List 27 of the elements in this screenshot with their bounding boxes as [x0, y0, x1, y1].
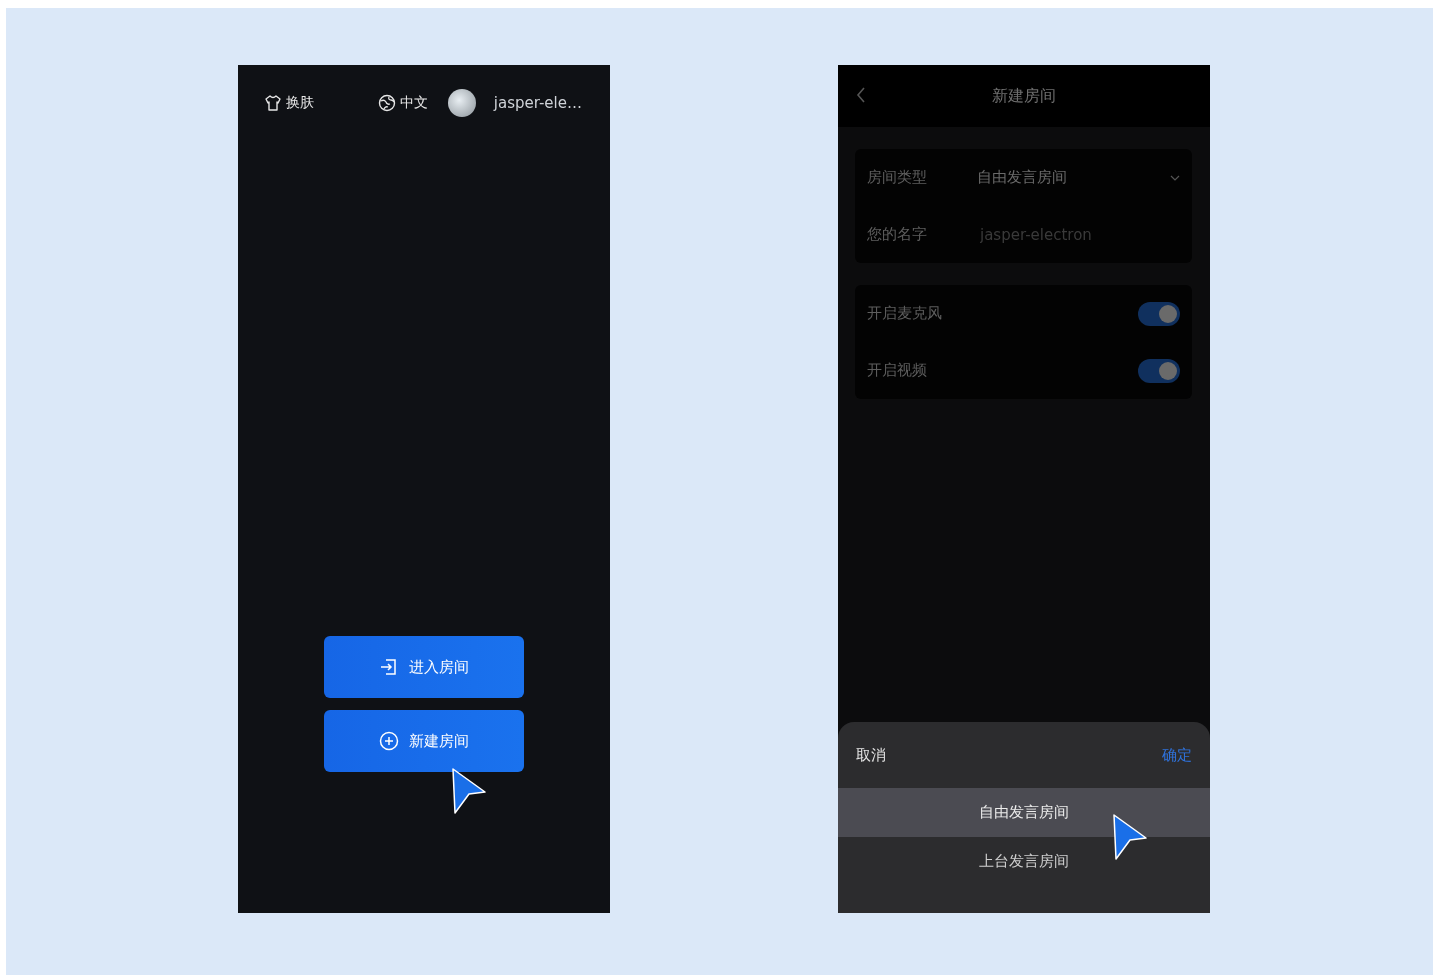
- field-label: 您的名字: [867, 225, 928, 244]
- globe-icon: [377, 93, 396, 112]
- skin-button[interactable]: 换肤: [264, 93, 314, 112]
- plus-circle-icon: [379, 731, 399, 751]
- cancel-button[interactable]: 取消: [856, 745, 886, 765]
- avatar: [447, 88, 476, 117]
- toggle-label: 开启视频: [867, 361, 928, 380]
- chevron-down-icon: [1170, 174, 1180, 181]
- toggle-switch[interactable]: [1138, 301, 1180, 326]
- picker-option[interactable]: 上台发言房间: [838, 837, 1210, 886]
- field-label: 房间类型: [867, 168, 928, 187]
- room-type-select[interactable]: 自由发言房间: [977, 168, 1180, 187]
- picker-option[interactable]: 自由发言房间: [838, 788, 1210, 837]
- user-name: jasper-ele…: [493, 93, 582, 112]
- create-room-button[interactable]: 新建房间: [324, 710, 524, 772]
- toggle-label: 开启麦克风: [867, 304, 943, 323]
- cursor-icon: [451, 767, 487, 815]
- toggle-switch[interactable]: [1138, 358, 1180, 383]
- cursor-icon: [1112, 813, 1148, 861]
- select-value: 自由发言房间: [977, 168, 1067, 187]
- screen-title: 新建房间: [992, 85, 1056, 107]
- back-button[interactable]: [856, 87, 866, 103]
- enter-room-button[interactable]: 进入房间: [324, 636, 524, 698]
- shirt-icon: [264, 93, 282, 112]
- enter-icon: [379, 657, 399, 677]
- language-button[interactable]: 中文: [377, 93, 428, 112]
- chevron-left-icon: [856, 87, 866, 103]
